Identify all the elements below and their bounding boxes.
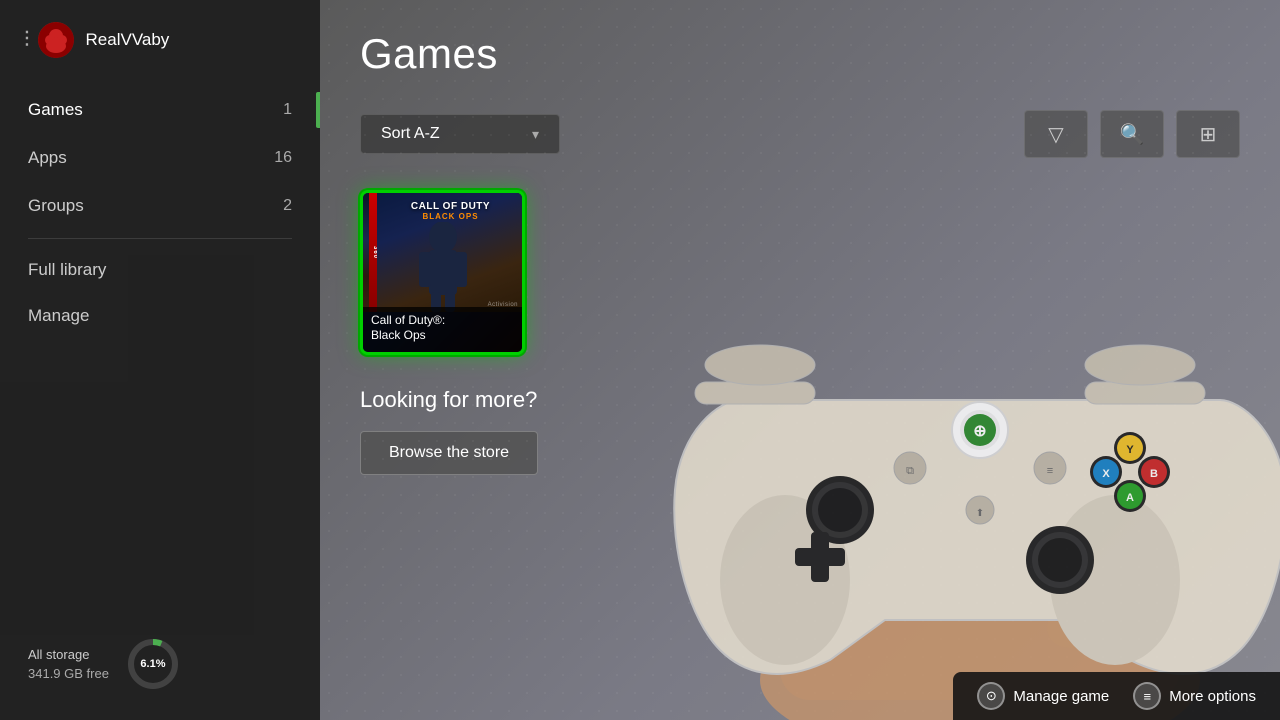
sidebar-icons: ⫶ [24, 22, 74, 58]
search-icon: 🔍 [1120, 122, 1145, 147]
username: RealVVaby [86, 30, 170, 50]
sort-label: Sort A-Z [381, 125, 440, 143]
sidebar-item-games-label: Games [28, 100, 83, 120]
svg-text:⧉: ⧉ [906, 465, 914, 477]
manage-game-icon: ⊙ [977, 682, 1005, 710]
manage-view-button[interactable]: ⊞ [1176, 110, 1240, 158]
sidebar-header: ⫶ RealVVaby [0, 0, 320, 76]
svg-text:B: B [1150, 468, 1158, 480]
chevron-down-icon: ▾ [532, 126, 539, 143]
storage-percent: 6.1% [140, 658, 165, 670]
svg-text:⬆: ⬆ [976, 508, 984, 519]
browse-store-button[interactable]: Browse the store [360, 431, 538, 475]
bottom-bar: ⊙ Manage game ≡ More options [953, 672, 1280, 720]
more-options-icon: ≡ [1133, 682, 1161, 710]
svg-text:⊕: ⊕ [973, 423, 986, 440]
soldier-art [403, 222, 483, 312]
controller-image: ⊕ ⧉ ≡ ⬆ Y [620, 200, 1280, 720]
storage-donut: 6.1% [125, 636, 181, 692]
sidebar-item-manage[interactable]: Manage [0, 293, 320, 339]
library-icon: ⫶ [24, 27, 30, 53]
cod-subtitle: BLACK OPS [383, 212, 518, 221]
manage-game-label: Manage game [1013, 688, 1109, 705]
game-card-cod[interactable]: 360 [360, 190, 525, 355]
cod-art: 360 [363, 193, 522, 312]
grid-icon: ⊞ [1200, 122, 1217, 147]
storage-free: 341.9 GB free [28, 664, 109, 684]
storage-label: All storage [28, 645, 109, 665]
manage-game-action[interactable]: ⊙ Manage game [977, 682, 1109, 710]
filter-icon: ▽ [1048, 122, 1063, 147]
game-card-inner: 360 [363, 193, 522, 352]
sidebar: ⫶ RealVVaby Games 1 Apps 16 Groups 2 [0, 0, 320, 720]
svg-text:A: A [1126, 492, 1134, 504]
sidebar-item-games-count: 1 [283, 101, 292, 119]
svg-text:≡: ≡ [1047, 465, 1053, 477]
cod-title-area: CALL OF DUTY BLACK OPS [383, 201, 518, 221]
sidebar-item-groups-count: 2 [283, 197, 292, 215]
more-options-action[interactable]: ≡ More options [1133, 682, 1256, 710]
sidebar-item-groups[interactable]: Groups 2 [0, 182, 320, 230]
game-card-label: Call of Duty®: Black Ops [363, 307, 522, 352]
sidebar-nav: Games 1 Apps 16 Groups 2 Full library Ma… [0, 76, 320, 349]
cod-game-title: CALL OF DUTY [383, 201, 518, 212]
storage-text: All storage 341.9 GB free [28, 645, 109, 684]
sidebar-item-full-library[interactable]: Full library [0, 247, 320, 293]
sidebar-item-games[interactable]: Games 1 [0, 86, 320, 134]
sort-dropdown[interactable]: Sort A-Z ▾ [360, 114, 560, 154]
nav-divider [28, 238, 292, 239]
svg-text:Y: Y [1126, 444, 1134, 456]
page-title: Games [360, 30, 1240, 78]
sidebar-item-groups-label: Groups [28, 196, 84, 216]
search-button[interactable]: 🔍 [1100, 110, 1164, 158]
game-title-line1: Call of Duty®: [371, 313, 514, 329]
more-options-label: More options [1169, 688, 1256, 705]
sidebar-item-apps-count: 16 [274, 149, 292, 167]
toolbar: Sort A-Z ▾ ▽ 🔍 ⊞ [360, 110, 1240, 158]
storage-section: All storage 341.9 GB free 6.1% [0, 636, 320, 692]
sidebar-item-apps[interactable]: Apps 16 [0, 134, 320, 182]
filter-button[interactable]: ▽ [1024, 110, 1088, 158]
sidebar-item-apps-label: Apps [28, 148, 67, 168]
main-content: ⊕ ⧉ ≡ ⬆ Y [320, 0, 1280, 720]
avatar [38, 22, 74, 58]
game-title-line2: Black Ops [371, 328, 514, 344]
svg-text:X: X [1102, 468, 1110, 480]
